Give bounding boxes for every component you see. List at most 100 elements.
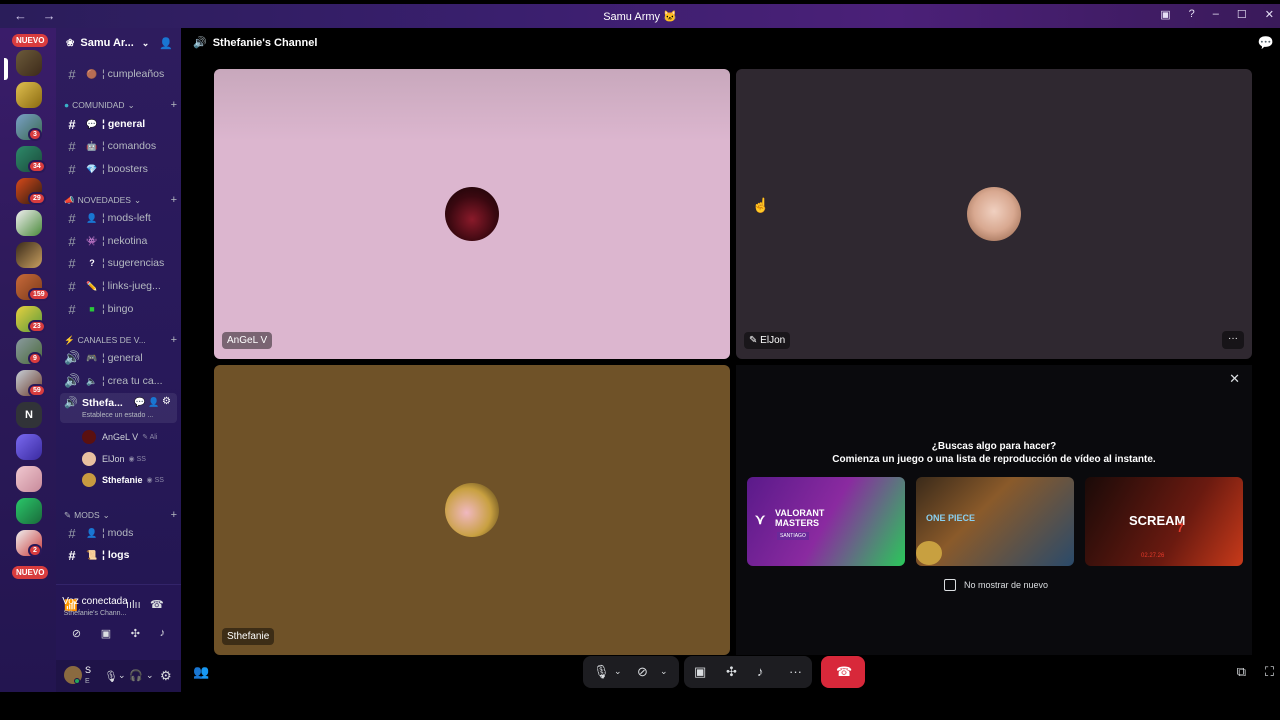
close-button[interactable]: ✕ bbox=[1265, 8, 1274, 21]
server-icon[interactable] bbox=[16, 50, 42, 76]
server-icon[interactable] bbox=[16, 242, 42, 268]
chat-bubble-icon[interactable]: 💬 bbox=[1258, 35, 1274, 51]
screen-share-icon[interactable]: ▣ bbox=[101, 627, 111, 640]
question-icon: ? bbox=[89, 258, 95, 268]
participant-tile-eljon[interactable]: ✎ ElJon ··· ☝ bbox=[736, 69, 1252, 359]
activities-icon[interactable]: ✣ bbox=[726, 664, 737, 680]
scroll-icon: 📜 bbox=[86, 549, 98, 560]
add-channel-icon[interactable]: + bbox=[171, 194, 177, 206]
channel-sugerencias[interactable]: #? ¦ sugerencias bbox=[64, 253, 177, 273]
guild-header[interactable]: ❀ Samu Ar... ⌄ 👤 bbox=[56, 28, 181, 58]
server-icon[interactable] bbox=[16, 210, 42, 236]
minimize-button[interactable]: – bbox=[1213, 8, 1219, 21]
more-icon[interactable]: ··· bbox=[789, 664, 802, 679]
popout-icon[interactable]: ⧉ bbox=[1237, 664, 1246, 680]
video-off-icon[interactable]: ⊘ bbox=[637, 664, 648, 680]
channel-logs[interactable]: # 📜 ¦ logs bbox=[64, 545, 177, 565]
close-icon[interactable]: ✕ bbox=[1229, 371, 1240, 387]
soundboard-icon[interactable]: ♪ bbox=[160, 627, 166, 640]
disconnect-button[interactable]: ☎ bbox=[821, 656, 865, 688]
server-icon[interactable] bbox=[16, 466, 42, 492]
chevron-down-icon[interactable]: ⌄ bbox=[660, 666, 668, 677]
channel-mods-left[interactable]: # 👤 ¦ mods-left bbox=[64, 208, 177, 228]
robot-icon: 🤖 bbox=[86, 140, 98, 151]
maximize-button[interactable]: ☐ bbox=[1237, 8, 1247, 21]
voice-user[interactable]: ElJon ◉ SS bbox=[82, 451, 146, 467]
channel-nekotina[interactable]: # 👾 ¦ nekotina bbox=[64, 231, 177, 251]
dont-show-again[interactable]: No mostrar de nuevo bbox=[944, 579, 1048, 591]
hash-icon: # bbox=[68, 547, 76, 563]
channel-mods[interactable]: # 👤 ¦ mods bbox=[64, 523, 177, 543]
category-mods[interactable]: ✎ MODS ⌄ + bbox=[64, 509, 177, 521]
add-user-icon[interactable]: 👤 bbox=[148, 397, 159, 408]
fullscreen-icon[interactable]: ⛶ bbox=[1265, 664, 1274, 680]
headphones-icon[interactable]: 🎧 bbox=[129, 669, 143, 682]
guild-icon: ❀ bbox=[66, 37, 75, 49]
server-icon[interactable] bbox=[16, 82, 42, 108]
help-icon[interactable]: ? bbox=[1189, 8, 1195, 21]
voice-user[interactable]: Sthefanie ◉ SS bbox=[82, 472, 164, 488]
video-off-icon[interactable]: ⊘ bbox=[72, 627, 81, 640]
hash-icon: # bbox=[68, 161, 76, 177]
channel-cumpleanos[interactable]: # 🟤 ¦ cumpleaños bbox=[64, 64, 177, 84]
avatar bbox=[445, 187, 499, 241]
server-icon[interactable] bbox=[16, 498, 42, 524]
gamepad-icon: 🎮 bbox=[86, 352, 98, 363]
voice-status[interactable]: Establece un estado ... bbox=[82, 412, 153, 419]
more-options-icon[interactable]: ··· bbox=[1222, 331, 1244, 349]
screen-share-icon[interactable]: ▣ bbox=[694, 664, 706, 680]
chat-icon[interactable]: 💬 bbox=[134, 397, 145, 408]
add-user-icon[interactable]: 👤 bbox=[159, 37, 173, 50]
chevron-down-icon[interactable]: ⌄ bbox=[614, 666, 622, 677]
voice-channel-label[interactable]: Sthefanie's Chann... bbox=[45, 610, 145, 617]
category-canales-voz[interactable]: ⚡ CANALES DE V... + bbox=[64, 334, 177, 346]
inbox-icon[interactable]: ▣ bbox=[1160, 8, 1170, 21]
active-voice-channel[interactable]: 🔊 Sthefa... 💬 👤 ⚙ Establece un estado ..… bbox=[60, 393, 177, 423]
channel-general[interactable]: # 💬 ¦ general bbox=[64, 114, 177, 134]
channel-links[interactable]: # ✏️ ¦ links-jueg... bbox=[64, 276, 177, 296]
unread-badge: 3 bbox=[28, 128, 42, 141]
category-novedades[interactable]: 📣 NOVEDADES ⌄ + bbox=[64, 194, 177, 206]
activities-icon[interactable]: ✣ bbox=[131, 627, 140, 640]
avatar bbox=[445, 483, 499, 537]
hash-icon: # bbox=[68, 233, 76, 249]
new-badge: NUEVO bbox=[12, 34, 49, 47]
add-channel-icon[interactable]: + bbox=[171, 334, 177, 346]
voice-channel-general[interactable]: 🔊 🎮 ¦ general bbox=[64, 348, 177, 368]
channel-bingo[interactable]: # ■ ¦ bingo bbox=[64, 299, 177, 319]
activity-card-scream[interactable]: SCREAM 7 02.27.26 bbox=[1085, 477, 1243, 566]
cursor-icon: ☝ bbox=[752, 197, 770, 213]
username[interactable]: S bbox=[85, 665, 91, 675]
server-icon[interactable] bbox=[16, 434, 42, 460]
participant-tile-sthefanie[interactable]: Sthefanie bbox=[214, 365, 730, 655]
activity-card-onepiece[interactable]: ONE PIECE bbox=[916, 477, 1074, 566]
speaker-small-icon: 🔈 bbox=[86, 375, 98, 386]
avatar bbox=[967, 187, 1021, 241]
chevron-down-icon[interactable]: ⌄ bbox=[118, 670, 126, 681]
checkbox[interactable] bbox=[944, 579, 956, 591]
person-icon: 👤 bbox=[86, 527, 98, 538]
voice-user[interactable]: AnGeL V ✎ Ali bbox=[82, 429, 157, 445]
channel-comandos[interactable]: # 🤖 ¦ comandos bbox=[64, 136, 177, 156]
activity-suggestions: ✕ ¿Buscas algo para hacer? Comienza un j… bbox=[736, 365, 1252, 655]
chevron-down-icon[interactable]: ⌄ bbox=[146, 670, 154, 681]
status-dot bbox=[74, 678, 80, 684]
soundboard-icon[interactable]: ♪ bbox=[757, 664, 764, 679]
speaker-icon: 🔊 bbox=[64, 397, 78, 409]
server-icon-n[interactable]: N bbox=[16, 402, 42, 428]
category-comunidad[interactable]: ● COMUNIDAD ⌄ + bbox=[64, 99, 177, 111]
activity-card-valorant[interactable]: ⋎ VALORANT MASTERS SANTIAGO bbox=[747, 477, 905, 566]
mic-icon[interactable]: 🎙 bbox=[593, 664, 610, 680]
settings-gear-icon[interactable]: ⚙ bbox=[160, 668, 172, 684]
participant-tile-angel[interactable]: AnGeL V bbox=[214, 69, 730, 359]
gear-icon[interactable]: ⚙ bbox=[162, 396, 171, 407]
mic-icon[interactable]: 🎙 bbox=[104, 670, 118, 683]
disconnect-icon[interactable]: ☎ bbox=[150, 598, 164, 611]
noise-suppression-icon[interactable]: ıılıı bbox=[126, 599, 141, 611]
add-channel-icon[interactable]: + bbox=[171, 509, 177, 521]
invite-icon[interactable]: 👥 bbox=[193, 664, 209, 680]
voice-channel-crea[interactable]: 🔊 🔈 ¦ crea tu ca... bbox=[64, 371, 177, 391]
channel-boosters[interactable]: # 💎 ¦ boosters bbox=[64, 159, 177, 179]
add-channel-icon[interactable]: + bbox=[171, 99, 177, 111]
actions-group: ▣ ✣ ♪ ··· bbox=[684, 656, 812, 688]
